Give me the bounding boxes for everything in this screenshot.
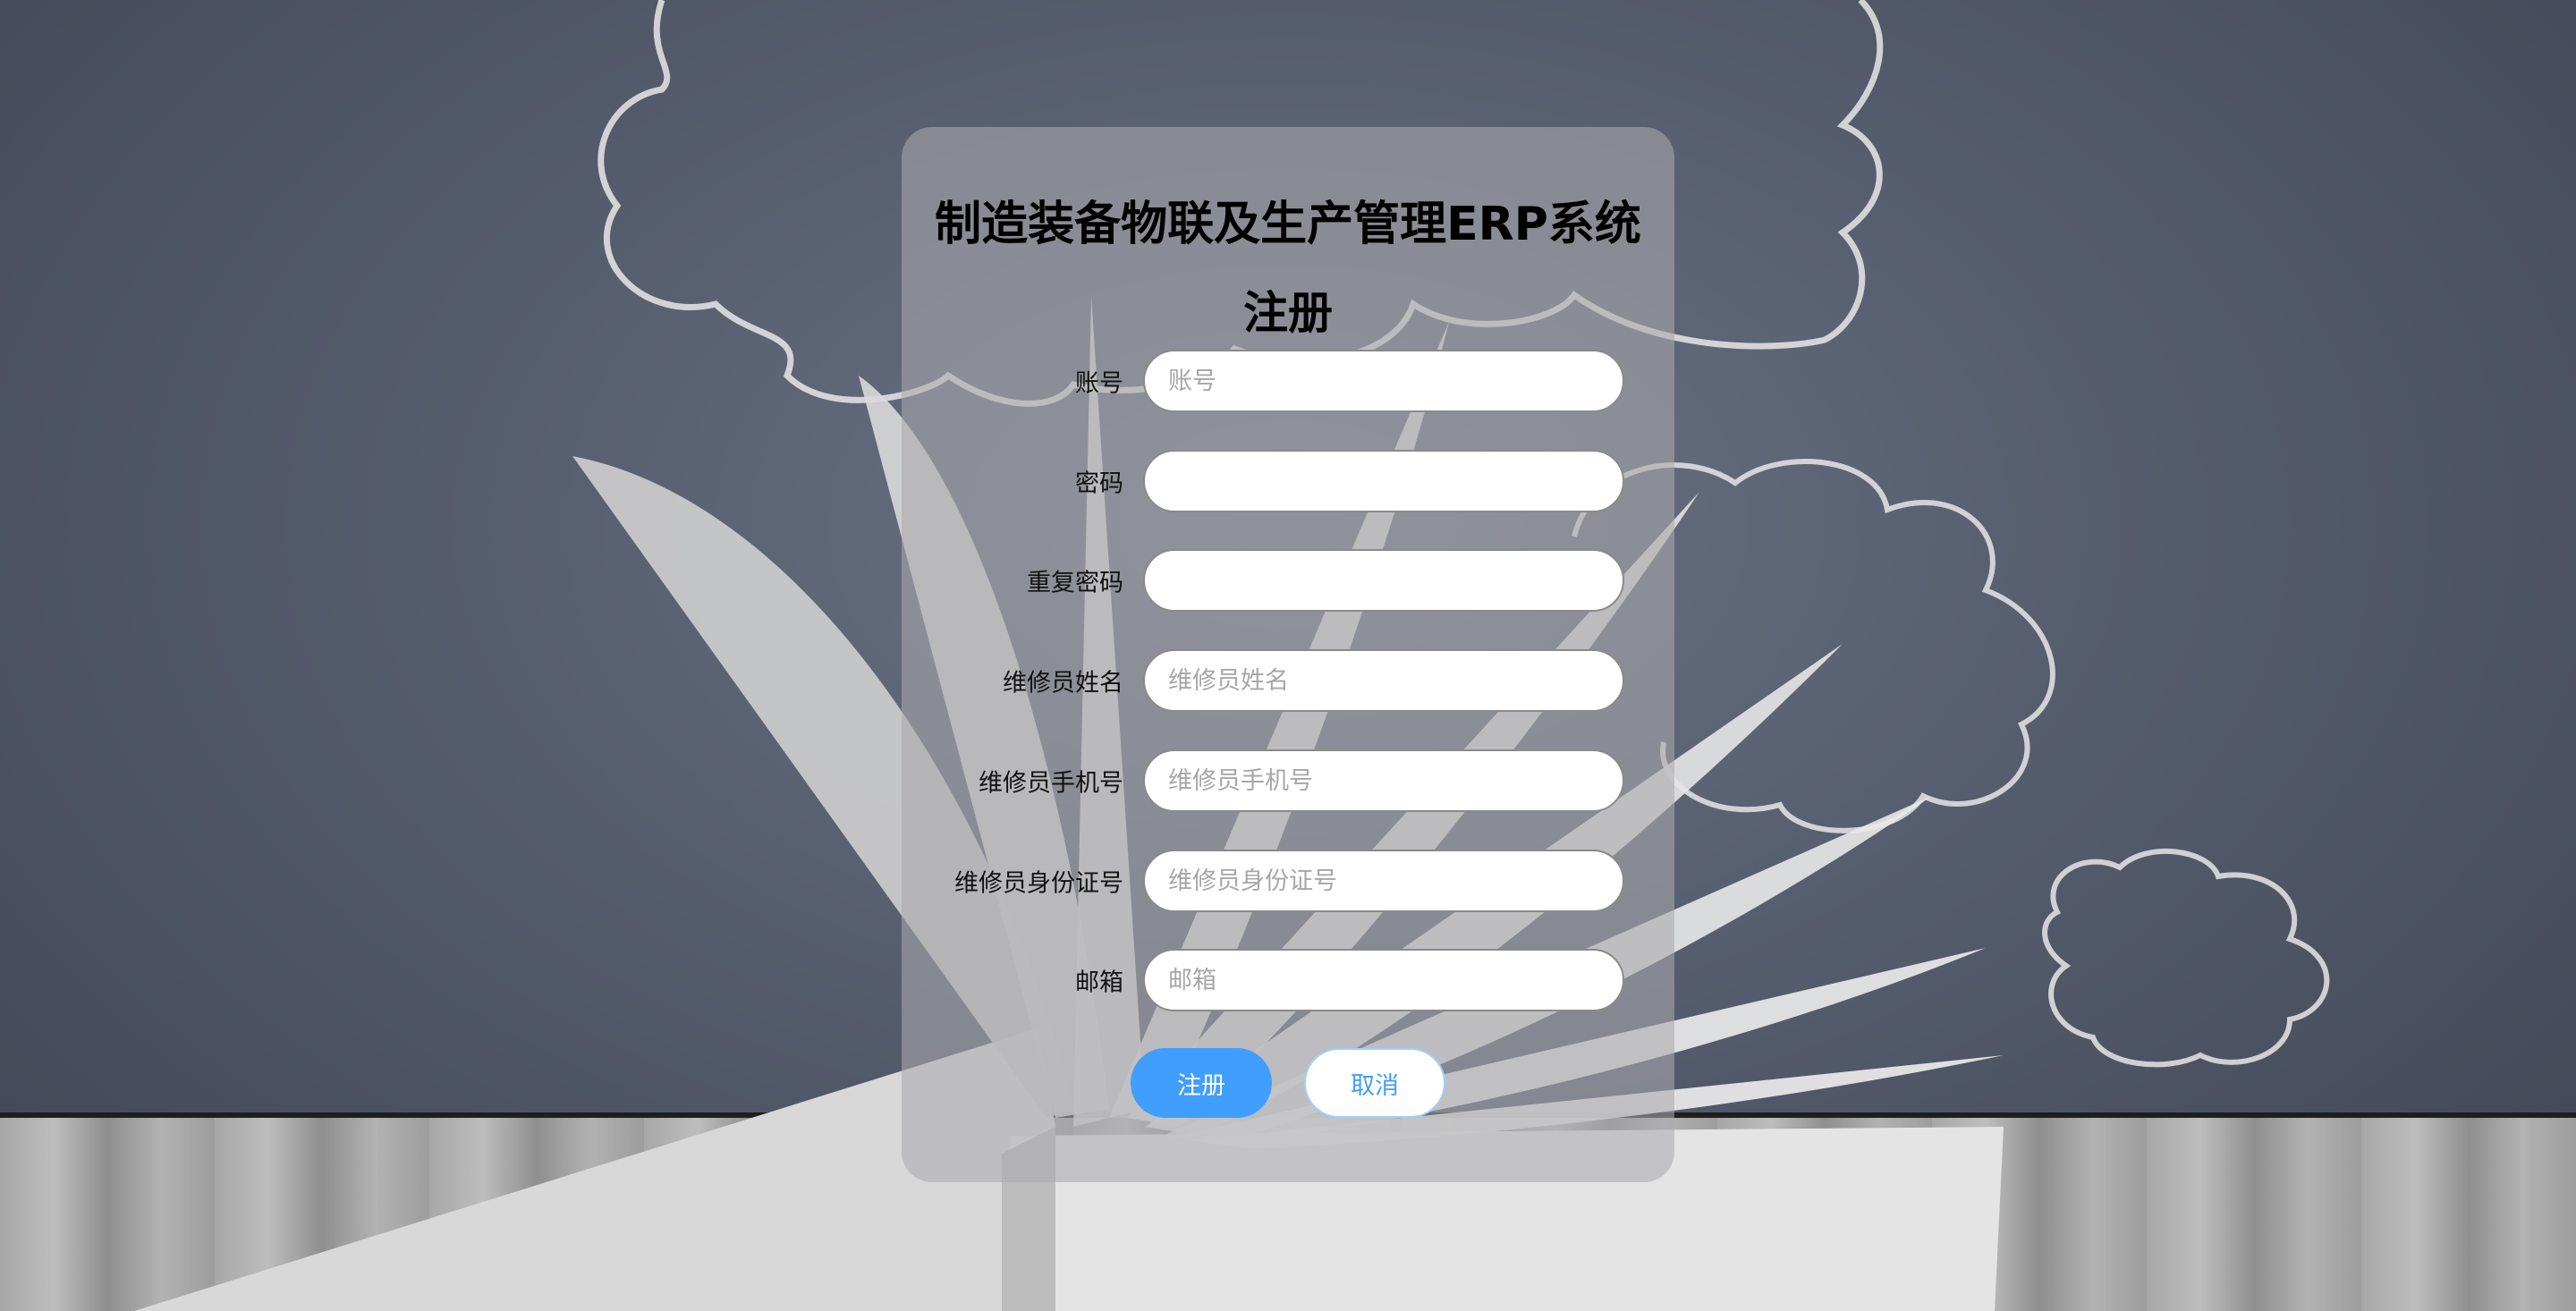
form-row-name: 维修员姓名 <box>0 649 2576 712</box>
repairman-name-label: 维修员姓名 <box>1003 669 1123 698</box>
form-row-password: 密码 <box>0 450 2576 512</box>
repairman-phone-input[interactable] <box>1143 749 1624 812</box>
page-background: 制造装备物联及生产管理ERP系统 注册 账号 密码 重复密码 维修员姓名 维修员… <box>0 0 2576 1311</box>
repairman-phone-label: 维修员手机号 <box>979 769 1123 798</box>
page-title: 制造装备物联及生产管理ERP系统 <box>935 198 1641 251</box>
repairman-id-input[interactable] <box>1143 850 1624 912</box>
form-row-phone: 维修员手机号 <box>0 749 2576 812</box>
repairman-name-input[interactable] <box>1143 649 1624 712</box>
password-label: 密码 <box>1075 469 1123 498</box>
email-input[interactable] <box>1143 949 1624 1011</box>
form-row-email: 邮箱 <box>0 949 2576 1011</box>
form-row-id-number: 维修员身份证号 <box>0 850 2576 912</box>
email-label: 邮箱 <box>1075 968 1123 997</box>
account-input[interactable] <box>1143 350 1624 412</box>
repairman-id-label: 维修员身份证号 <box>954 869 1123 898</box>
password-input[interactable] <box>1143 450 1624 512</box>
form-row-repeat-password: 重复密码 <box>0 549 2576 612</box>
form-row-account: 账号 <box>0 350 2576 412</box>
repeat-password-input[interactable] <box>1143 549 1624 612</box>
repeat-password-label: 重复密码 <box>1027 569 1123 597</box>
register-button[interactable]: 注册 <box>1131 1048 1272 1118</box>
form-subtitle: 注册 <box>1243 287 1333 339</box>
account-label: 账号 <box>1075 369 1123 398</box>
cancel-button[interactable]: 取消 <box>1304 1048 1445 1118</box>
